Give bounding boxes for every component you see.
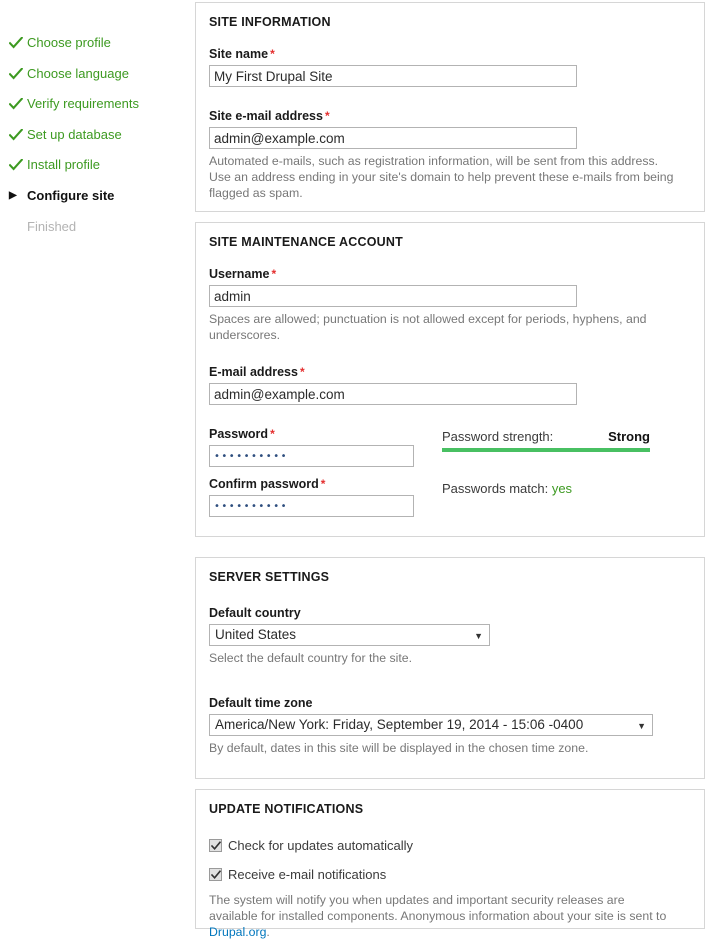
password-strength-row: Password strength: Strong [442,429,650,447]
check-icon [9,59,25,80]
task-item-label: Verify requirements [27,96,139,111]
default-time-zone-label: Default time zone [209,696,691,710]
password-strength-bar-fill [442,448,650,452]
required-marker: * [270,47,275,61]
site-name-field: Site name* [209,47,691,87]
default-country-description: Select the default country for the site. [209,650,681,666]
site-information-legend: SITE INFORMATION [209,3,691,31]
password-input[interactable] [209,445,414,467]
required-marker: * [270,427,275,441]
server-settings-legend: SERVER SETTINGS [209,558,691,586]
task-item-set-up-database: Set up database [0,120,190,151]
password-label-text: Password [209,427,268,441]
password-section: Password* Confirm password* Password str… [209,427,691,517]
default-country-value: United States [215,627,296,642]
account-email-field: E-mail address* [209,365,691,405]
task-item-choose-language: Choose language [0,59,190,90]
password-strength-indicator: Password strength: Strong [442,429,650,452]
task-item-label: Choose language [27,66,129,81]
task-item-label: Install profile [27,157,100,172]
account-email-label: E-mail address* [209,365,691,379]
install-task-list: Choose profile Choose language Verify re… [0,0,190,242]
username-label: Username* [209,267,691,281]
check-icon [9,89,25,110]
site-email-label-text: Site e-mail address [209,109,323,123]
task-item-label: Set up database [27,127,122,142]
task-item-configure-site: ▶ Configure site [0,181,190,212]
username-field: Username* Spaces are allowed; punctuatio… [209,267,691,343]
check-updates-label: Check for updates automatically [228,838,413,853]
required-marker: * [271,267,276,281]
update-notifications-description-text: The system will notify you when updates … [209,893,666,923]
chevron-down-icon: ▼ [474,625,483,646]
default-country-field: Default country United States ▼ Select t… [209,606,691,666]
default-time-zone-description: By default, dates in this site will be d… [209,740,681,756]
default-time-zone-field: Default time zone America/New York: Frid… [209,696,691,756]
confirm-password-input[interactable] [209,495,414,517]
password-match-message: Passwords match: yes [442,481,572,496]
receive-email-label: Receive e-mail notifications [228,867,386,882]
check-icon [9,120,25,141]
site-maintenance-account-panel: SITE MAINTENANCE ACCOUNT Username* Space… [195,222,705,537]
account-email-label-text: E-mail address [209,365,298,379]
required-marker: * [325,109,330,123]
site-email-label: Site e-mail address* [209,109,691,123]
site-email-field: Site e-mail address* Automated e-mails, … [209,109,691,201]
site-name-label: Site name* [209,47,691,61]
triangle-right-icon: ▶ [9,181,25,212]
server-settings-panel: SERVER SETTINGS Default country United S… [195,557,705,779]
task-item-label: Choose profile [27,35,111,50]
default-country-label: Default country [209,606,691,620]
task-item-finished: Finished [0,212,190,243]
confirm-password-label-text: Confirm password [209,477,319,491]
required-marker: * [300,365,305,379]
panel-bottom-spacer [209,517,691,531]
default-time-zone-select[interactable]: America/New York: Friday, September 19, … [209,714,653,736]
task-item-label: Finished [27,219,76,234]
site-email-description: Automated e-mails, such as registration … [209,153,681,201]
check-updates-row[interactable]: Check for updates automatically [209,838,691,853]
site-name-input[interactable] [209,65,577,87]
password-match-value: yes [552,481,572,496]
check-icon [9,150,25,171]
update-notifications-legend: UPDATE NOTIFICATIONS [209,790,691,818]
site-email-input[interactable] [209,127,577,149]
site-name-label-text: Site name [209,47,268,61]
task-item-choose-profile: Choose profile [0,28,190,59]
password-strength-value: Strong [608,429,650,444]
receive-email-checkbox[interactable] [209,868,222,881]
username-input[interactable] [209,285,577,307]
chevron-down-icon: ▼ [637,715,646,736]
site-information-panel: SITE INFORMATION Site name* Site e-mail … [195,2,705,212]
task-item-label: Configure site [27,188,114,203]
default-country-select[interactable]: United States ▼ [209,624,490,646]
task-item-verify-requirements: Verify requirements [0,89,190,120]
update-notifications-description-suffix: . [266,925,269,939]
update-notifications-panel: UPDATE NOTIFICATIONS Check for updates a… [195,789,705,929]
required-marker: * [321,477,326,491]
update-notifications-description: The system will notify you when updates … [209,892,669,940]
account-email-input[interactable] [209,383,577,405]
task-item-install-profile: Install profile [0,150,190,181]
check-updates-checkbox[interactable] [209,839,222,852]
install-configure-site-page: Choose profile Choose language Verify re… [0,0,715,920]
drupal-org-link[interactable]: Drupal.org [209,925,266,939]
receive-email-row[interactable]: Receive e-mail notifications [209,867,691,882]
check-icon [9,28,25,49]
password-match-label: Passwords match: [442,481,548,496]
password-strength-bar-track [442,448,650,452]
site-maintenance-account-legend: SITE MAINTENANCE ACCOUNT [209,223,691,251]
username-label-text: Username [209,267,269,281]
username-description: Spaces are allowed; punctuation is not a… [209,311,681,343]
password-strength-label: Password strength: [442,429,553,444]
default-time-zone-value: America/New York: Friday, September 19, … [215,717,583,732]
